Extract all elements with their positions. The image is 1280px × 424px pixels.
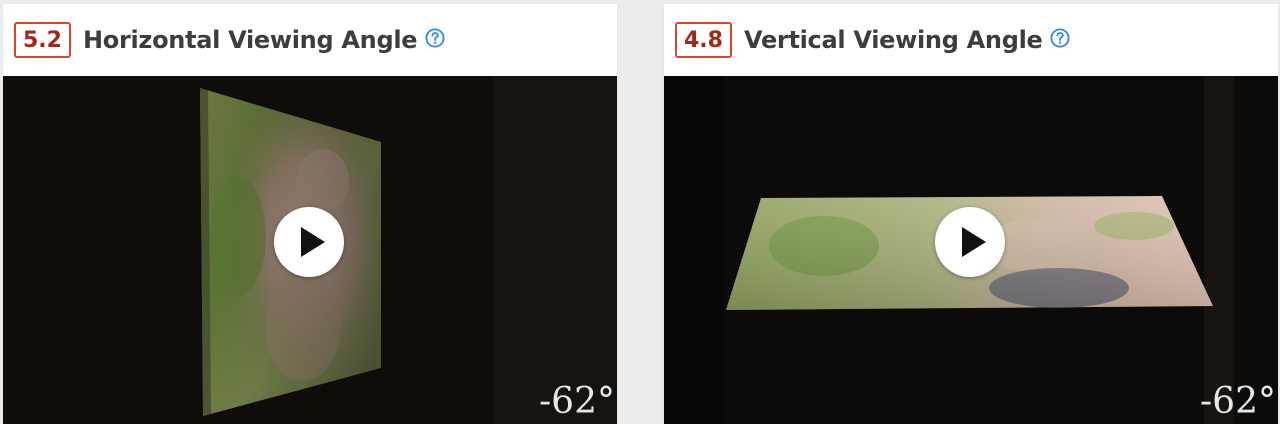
play-button[interactable] [274,207,344,277]
video-player[interactable]: -62° [3,76,617,424]
horizontal-viewing-angle-card: 5.2 Horizontal Viewing Angle -62° [3,4,617,424]
video-player[interactable]: -62° [664,76,1278,424]
score-badge: 5.2 [14,22,71,58]
card-title: Horizontal Viewing Angle [82,26,418,54]
vertical-viewing-angle-card: 4.8 Vertical Viewing Angle -62° [664,4,1278,424]
angle-overlay: -62° [539,381,615,422]
card-title: Vertical Viewing Angle [743,26,1043,54]
play-button[interactable] [935,207,1005,277]
card-header: 5.2 Horizontal Viewing Angle [3,4,617,76]
card-header: 4.8 Vertical Viewing Angle [664,4,1278,76]
play-icon [301,227,325,257]
question-circle-icon[interactable] [425,28,445,48]
question-circle-icon[interactable] [1050,28,1070,48]
score-badge: 4.8 [675,22,732,58]
play-icon [962,227,986,257]
viewing-angle-section: 5.2 Horizontal Viewing Angle -62° 4.8 Ve… [0,0,1280,424]
angle-overlay: -62° [1200,381,1276,422]
